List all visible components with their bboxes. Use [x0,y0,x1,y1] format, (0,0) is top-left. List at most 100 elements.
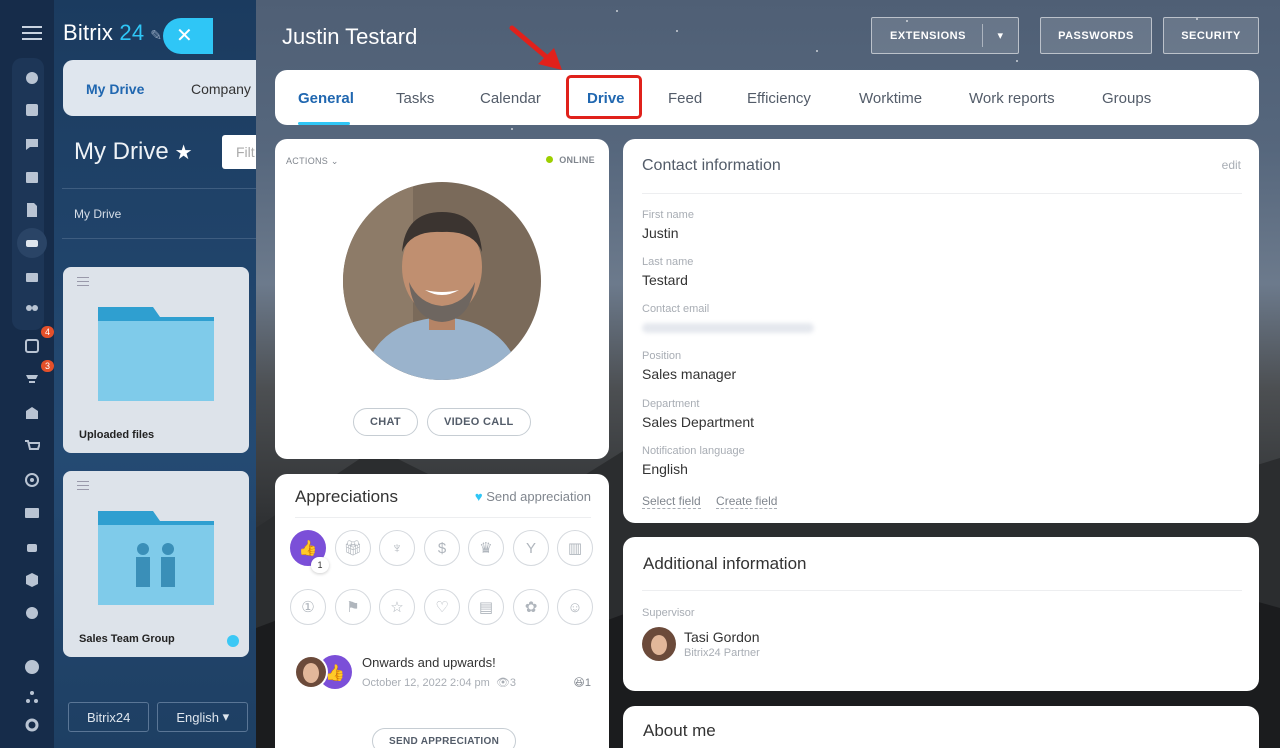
field-notification-language: Notification language English [642,445,745,477]
trophy-icon[interactable]: ♆ [379,530,415,566]
red-arrow-annotation [509,25,562,70]
additional-info-card: Additional information Supervisor Tasi G… [623,537,1259,691]
crm-icon[interactable]: 3 [20,360,54,392]
menu-icon[interactable] [22,26,42,44]
drive-icon[interactable] [17,228,47,258]
supervisor-name[interactable]: Tasi Gordon [684,629,759,645]
language-select[interactable]: English ▾ [157,702,249,732]
news-icon[interactable] [20,98,44,122]
contact-card-icon[interactable] [20,501,44,525]
smile-icon[interactable]: ☺ [557,589,593,625]
security-button[interactable]: SECURITY [1163,17,1259,54]
tab-calendar[interactable]: Calendar [480,90,541,107]
breadcrumb[interactable]: My Drive [74,207,121,221]
docs-icon[interactable] [20,198,44,222]
tab-efficiency[interactable]: Efficiency [747,90,811,107]
sitemap-icon[interactable] [20,685,44,709]
target-icon[interactable] [20,468,44,492]
folder-label: Sales Team Group [79,633,175,645]
drag-handle-icon[interactable] [77,277,89,289]
tasks-icon[interactable]: 4 [20,326,54,358]
cart-icon[interactable] [20,435,44,459]
groups-icon[interactable] [20,298,44,322]
folder-card[interactable]: Sales Team Group [63,471,249,657]
field-label: Position [642,350,682,362]
extensions-button[interactable]: EXTENSIONS ▾ [871,17,1019,54]
drag-handle-icon[interactable] [77,481,89,493]
crown-icon[interactable]: ♛ [468,530,504,566]
profile-tabs: General Tasks Calendar Drive Feed Effici… [275,70,1259,125]
divider [295,517,591,518]
settings-icon[interactable] [20,713,44,737]
post-meta: October 12, 2022 2:04 pm 👁3 [362,676,516,689]
company-icon[interactable] [20,401,44,425]
video-call-button[interactable]: VIDEO CALL [426,408,531,436]
post-avatar[interactable]: 👍 [293,654,355,690]
create-field-link[interactable]: Create field [716,494,778,509]
tab-worktime[interactable]: Worktime [859,90,922,107]
profile-slider: Justin Testard EXTENSIONS ▾ PASSWORDS SE… [256,0,1280,748]
calendar-icon[interactable] [20,165,44,189]
avatar[interactable] [343,182,541,380]
shared-icon [227,635,239,647]
profile-actions: CHAT VIDEO CALL [353,408,531,436]
edit-link[interactable]: edit [1222,158,1241,172]
flower-icon[interactable]: ✿ [513,589,549,625]
pencil-icon[interactable]: ✎ [150,27,162,43]
tab-feed[interactable]: Feed [668,90,702,107]
tab-general[interactable]: General [298,90,354,107]
close-slider-button[interactable]: ✕ [163,18,213,54]
actions-label: ACTIONS [286,156,329,166]
bitrix24-button[interactable]: Bitrix24 [68,702,150,732]
select-field-link[interactable]: Select field [642,494,701,509]
divider [62,238,264,239]
send-appreciation-link[interactable]: ♥ Send appreciation [475,489,591,504]
profile-card: ACTIONS ⌄ ONLINE CHAT VIDEO CALL [275,139,609,459]
page-title: My Drive ★ [74,138,193,166]
field-label: Notification language [642,445,745,457]
cake-icon[interactable]: ▥ [557,530,593,566]
appreciations-title: Appreciations [295,487,399,506]
extensions-label: EXTENSIONS [890,29,966,42]
tab-work-reports[interactable]: Work reports [969,90,1055,107]
send-appreciation-label: Send appreciation [486,489,591,504]
gift-icon[interactable]: 🎁︎ [335,530,371,566]
send-appreciation-button[interactable]: SEND APPRECIATION [372,728,517,748]
tab-tasks[interactable]: Tasks [396,90,434,107]
field-position: Position Sales manager [642,350,736,382]
money-bag-icon[interactable]: $ [424,530,460,566]
passwords-button[interactable]: PASSWORDS [1040,17,1152,54]
folder-card[interactable]: Uploaded files [63,267,249,453]
chat-button[interactable]: CHAT [353,408,418,436]
divider [642,590,1242,591]
supervisor-avatar[interactable] [642,627,676,661]
number-one-icon[interactable]: ① [290,589,326,625]
page-title-text: My Drive [74,138,169,165]
cocktail-icon[interactable]: Y [513,530,549,566]
post-text[interactable]: Onwards and upwards! [362,655,496,670]
reactions[interactable]: 😆1 [573,676,591,689]
tab-groups[interactable]: Groups [1102,90,1151,107]
feed-icon[interactable] [20,66,44,90]
bitrix-logo[interactable]: Bitrix 24 ✎ [63,20,162,46]
heart-outline-icon[interactable]: ♡ [424,589,460,625]
more-icon[interactable] [20,601,44,625]
chevron-down-icon[interactable]: ▾ [982,24,1018,47]
chat-icon[interactable] [20,132,44,156]
mail-icon[interactable] [20,265,44,289]
star-icon[interactable]: ☆ [379,589,415,625]
drive-tabs: My Drive Company [63,60,263,116]
active-tab-indicator [298,122,350,125]
like-count: 1 [311,557,329,573]
robot-icon[interactable] [20,535,44,559]
box-icon[interactable] [20,568,44,592]
flag-icon[interactable]: ⚑ [335,589,371,625]
blurred-email [642,323,814,333]
beer-icon[interactable]: ▤ [468,589,504,625]
tab-my-drive[interactable]: My Drive [86,81,144,97]
field-last-name: Last name Testard [642,256,693,288]
tab-company[interactable]: Company [191,81,251,97]
help-icon[interactable] [20,655,44,679]
star-icon[interactable]: ★ [175,142,193,164]
actions-menu[interactable]: ACTIONS ⌄ [286,156,339,167]
